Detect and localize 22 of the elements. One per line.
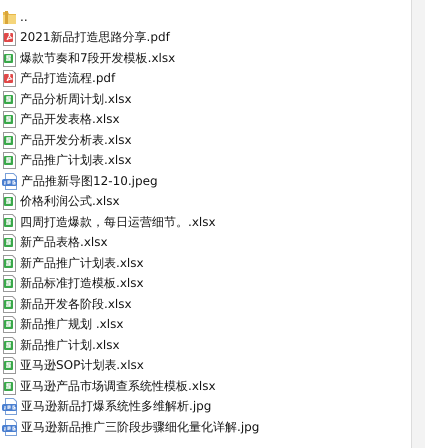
file-name[interactable]: 产品开发表格.xlsx <box>20 111 120 128</box>
file-name[interactable]: 新产品表格.xlsx <box>20 234 108 252</box>
file-name[interactable]: 价格利润公式.xlsx <box>20 193 120 210</box>
file-name[interactable]: 2021新品打造思路分享.pdf <box>20 29 170 46</box>
file-name[interactable]: 亚马逊新品打爆系统性多维解析.jpg <box>21 398 212 416</box>
file-name[interactable]: 亚马逊产品市场调查系统性模板.xlsx <box>20 378 216 395</box>
file-name[interactable]: 亚马逊新品推广三阶段步骤细化量化详解.jpg <box>21 418 260 436</box>
file-name[interactable]: 新品开发各阶段.xlsx <box>20 296 132 313</box>
file-name[interactable]: 产品推广计划表.xlsx <box>20 152 132 170</box>
folder-icon <box>2 9 17 26</box>
file-name[interactable]: 新产品推广计划表.xlsx <box>20 254 144 272</box>
file-name[interactable]: 爆款节奏和7段开发模板.xlsx <box>20 50 176 67</box>
file-name[interactable]: 亚马逊SOP计划表.xlsx <box>20 357 144 374</box>
file-name[interactable]: 新品标准打造模板.xlsx <box>20 275 144 292</box>
file-name[interactable]: 产品打造流程.pdf <box>20 70 116 88</box>
file-name[interactable]: 产品推新导图12-10.jpeg <box>21 172 158 190</box>
file-name[interactable]: 产品分析周计划.xlsx <box>20 90 132 108</box>
file-name[interactable]: .. <box>20 10 28 24</box>
file-name[interactable]: 新品推广计划.xlsx <box>20 336 120 354</box>
file-name[interactable]: 四周打造爆款，每日运营细节。.xlsx <box>20 214 216 231</box>
file-name[interactable]: 产品开发分析表.xlsx <box>20 132 132 149</box>
file-name[interactable]: 新品推广规划 .xlsx <box>20 316 124 334</box>
